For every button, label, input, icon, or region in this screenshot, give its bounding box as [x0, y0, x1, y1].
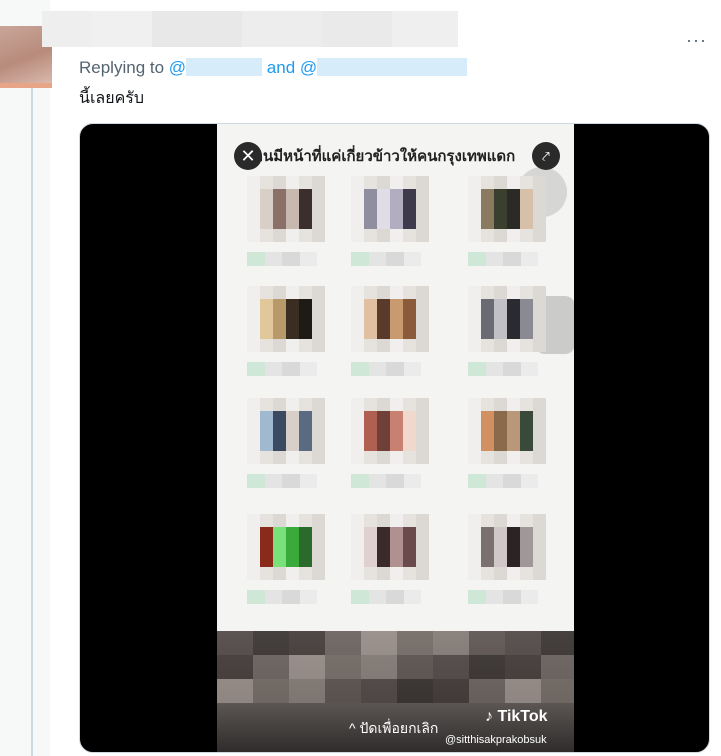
- pixel-block: [505, 631, 541, 655]
- mention-link-2[interactable]: @: [300, 58, 468, 77]
- pixelated-bottom-row: [217, 631, 574, 711]
- pixelated-caption: [351, 590, 421, 604]
- pixel-block: [541, 679, 574, 703]
- pixel-block: [289, 631, 325, 655]
- pixel-block: [289, 679, 325, 703]
- pixel-block: [505, 679, 541, 703]
- and-word: and: [266, 58, 296, 77]
- thread-line: [31, 88, 33, 756]
- pixelated-profile-card: [351, 286, 429, 376]
- pixel-block: [361, 655, 397, 679]
- pixel-block: [217, 679, 253, 703]
- pixelated-image: [351, 286, 429, 352]
- pixel-block: [397, 631, 433, 655]
- tweet-text: นี้เลยครับ: [79, 90, 145, 107]
- video-title: คนมีหน้าที่แค่เกี่ยวข้าวให้คนกรุงเทพแดก: [253, 148, 516, 165]
- close-icon[interactable]: ✕: [234, 142, 262, 170]
- pixel-block: [361, 631, 397, 655]
- mention-link-1[interactable]: @: [169, 58, 263, 77]
- pixel-block: [325, 679, 361, 703]
- pixelated-profile-card: [351, 176, 429, 266]
- reply-context: Replying to @ and @: [79, 58, 468, 78]
- pixel-block: [397, 655, 433, 679]
- pixel-block: [325, 655, 361, 679]
- pixelated-image: [468, 286, 546, 352]
- pixelated-caption: [247, 252, 317, 266]
- pixelated-caption: [351, 362, 421, 376]
- pixelated-profile-card: [468, 514, 546, 604]
- author-name-blurred[interactable]: [42, 11, 458, 47]
- pixel-block: [433, 631, 469, 655]
- pixelated-caption: [468, 362, 538, 376]
- pixelated-image: [247, 176, 325, 242]
- pixel-block: [433, 655, 469, 679]
- more-button[interactable]: ···: [686, 30, 707, 51]
- pixel-block: [253, 655, 289, 679]
- pixelated-profile-card: [247, 286, 325, 376]
- reply-prefix: Replying to: [79, 58, 165, 77]
- pixelated-caption: [468, 474, 538, 488]
- pixelated-profile-card: [351, 398, 429, 488]
- pixelated-image: [351, 514, 429, 580]
- pixelated-image: [351, 398, 429, 464]
- tiktok-handle: @sitthisakprakobsuk: [445, 734, 547, 746]
- pixelated-caption: [247, 474, 317, 488]
- pixel-block: [253, 631, 289, 655]
- pixel-block: [469, 655, 505, 679]
- pixelated-caption: [468, 252, 538, 266]
- left-gutter: [0, 0, 50, 756]
- pixelated-image: [351, 176, 429, 242]
- pixel-block: [397, 679, 433, 703]
- video-frame[interactable]: คนมีหน้าที่แค่เกี่ยวข้าวให้คนกรุงเทพแดก …: [217, 124, 574, 752]
- pixelated-caption: [351, 252, 421, 266]
- pixel-block: [505, 655, 541, 679]
- pixel-block: [217, 655, 253, 679]
- pixelated-image: [468, 514, 546, 580]
- media-video[interactable]: คนมีหน้าที่แค่เกี่ยวข้าวให้คนกรุงเทพแดก …: [79, 123, 710, 753]
- pixelated-profile-card: [247, 398, 325, 488]
- pixel-block: [541, 631, 574, 655]
- pixelated-caption: [468, 590, 538, 604]
- pixel-block: [469, 631, 505, 655]
- pixelated-image: [468, 398, 546, 464]
- pixelated-profile-card: [351, 514, 429, 604]
- pixelated-profile-card: [468, 398, 546, 488]
- more-icon: ···: [686, 30, 707, 50]
- pixel-block: [217, 631, 253, 655]
- pixel-block: [361, 679, 397, 703]
- tiktok-logo: ♪ TikTok: [485, 708, 548, 725]
- pixelated-image: [247, 398, 325, 464]
- pixelated-profile-card: [247, 176, 325, 266]
- swipe-to-cancel-hint[interactable]: ^ ปัดเพื่อยกเลิก: [349, 718, 438, 740]
- pixel-block: [469, 679, 505, 703]
- pixel-block: [325, 631, 361, 655]
- pixel-block: [541, 655, 574, 679]
- pixelated-caption: [351, 474, 421, 488]
- pixelated-image: [247, 286, 325, 352]
- pixelated-profile-card: [468, 286, 546, 376]
- pixelated-caption: [247, 362, 317, 376]
- pixelated-image: [468, 176, 546, 242]
- tiktok-icon: ♪: [485, 708, 493, 725]
- pixelated-image: [247, 514, 325, 580]
- pixel-block: [433, 679, 469, 703]
- pixelated-profile-card: [247, 514, 325, 604]
- pixel-block: [253, 679, 289, 703]
- pixelated-caption: [247, 590, 317, 604]
- pixel-block: [289, 655, 325, 679]
- pixelated-profile-card: [468, 176, 546, 266]
- share-icon[interactable]: ⤤: [532, 142, 560, 170]
